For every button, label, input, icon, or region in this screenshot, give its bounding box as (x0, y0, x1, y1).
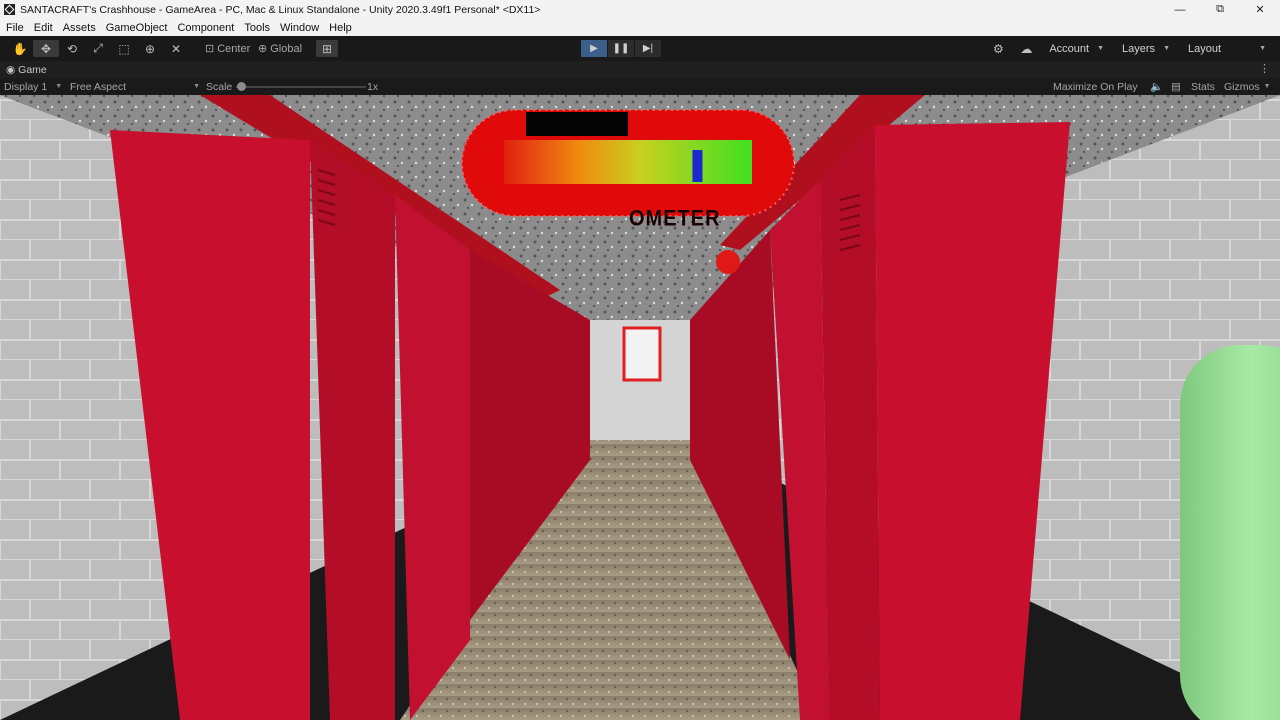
locker-left-3 (395, 195, 470, 720)
chevron-down-icon: ▼ (193, 83, 200, 90)
menu-assets[interactable]: Assets (58, 22, 101, 34)
game-tab-bar: ◉ Game ⋮ (0, 61, 1280, 78)
locker-right-1 (875, 122, 1070, 720)
scale-value: 1x (367, 80, 379, 93)
layers-label: Layers (1122, 42, 1156, 55)
space-label: Global (270, 42, 303, 55)
more-options-icon[interactable]: ⋮ (1259, 62, 1270, 75)
menu-bar: File Edit Assets GameObject Component To… (0, 19, 1280, 36)
meter-needle (692, 150, 703, 182)
stats-icon: ▤ (1171, 80, 1181, 93)
scale-slider-handle[interactable] (237, 82, 246, 91)
globe-icon: ⊕ (258, 43, 268, 55)
transform-tools: ✋ ✥ ⟲ ⤢ ⬚ ⊕ ✕ (7, 40, 189, 57)
aspect-dropdown[interactable]: Free Aspect ▼ (70, 78, 200, 95)
chevron-down-icon: ▼ (55, 83, 63, 90)
chevron-down-icon: ▼ (1097, 45, 1105, 52)
locker-left-2 (310, 140, 395, 720)
meter-label: OMETER (629, 206, 721, 232)
menu-tools[interactable]: Tools (239, 22, 275, 34)
maximize-on-play-toggle[interactable]: Maximize On Play (1053, 78, 1138, 95)
display-label: Display 1 (4, 80, 48, 93)
transform-tool-icon[interactable]: ⊕ (137, 40, 163, 57)
menu-gameobject[interactable]: GameObject (101, 22, 173, 34)
pivot-space-button[interactable]: ⊕ Global (258, 40, 302, 57)
hand-tool-icon[interactable]: ✋ (7, 40, 33, 57)
meter-bar (504, 140, 752, 184)
restore-button[interactable]: ⧉ (1200, 0, 1240, 19)
grid-snap-icon[interactable]: ⊞ (316, 40, 338, 57)
menu-window[interactable]: Window (275, 22, 324, 34)
display-dropdown[interactable]: Display 1 ▼ (4, 78, 62, 95)
chevron-down-icon: ▼ (1263, 83, 1271, 90)
step-button[interactable]: ▶| (635, 40, 661, 57)
meter-redacted-label (526, 112, 628, 136)
main-toolbar: ✋ ✥ ⟲ ⤢ ⬚ ⊕ ✕ ⊡ Center ⊕ Global ⊞ ▶ ❚❚ ▶… (0, 36, 1280, 61)
layers-dropdown[interactable]: Layers ▼ (1116, 40, 1176, 57)
pivot-icon: ⊡ (205, 43, 215, 55)
green-character (1180, 345, 1280, 720)
close-button[interactable]: ✕ (1240, 0, 1280, 19)
window-controls: — ⧉ ✕ (1160, 0, 1280, 19)
scale-tool-icon[interactable]: ⤢ (85, 40, 111, 57)
scale-slider-track[interactable] (236, 86, 366, 88)
tab-game-label: Game (18, 63, 47, 76)
settings-icon[interactable]: ⚙ (987, 40, 1009, 57)
aspect-label: Free Aspect (70, 80, 127, 93)
gizmos-dropdown[interactable]: Gizmos ▼ (1224, 78, 1271, 95)
title-bar: SANTACRAFT's Crashhouse - GameArea - PC,… (0, 0, 1280, 19)
account-dropdown[interactable]: Account ▼ (1043, 40, 1110, 57)
mute-audio-icon[interactable]: 🔈 (1150, 78, 1163, 95)
game-view-controls: Display 1 ▼ Free Aspect ▼ Scale 1x Maximiz… (0, 78, 1280, 95)
rect-tool-icon[interactable]: ⬚ (111, 40, 137, 57)
game-scene (0, 95, 1280, 720)
far-door (622, 326, 662, 382)
menu-edit[interactable]: Edit (29, 22, 58, 34)
stats-toggle[interactable]: Stats (1191, 78, 1215, 95)
rotate-tool-icon[interactable]: ⟲ (59, 40, 85, 57)
layout-dropdown[interactable]: Layout ▼ (1182, 40, 1272, 57)
scale-label: Scale (206, 80, 233, 93)
window-title: SANTACRAFT's Crashhouse - GameArea - PC,… (20, 3, 541, 16)
gizmos-label: Gizmos (1224, 80, 1260, 93)
account-label: Account (1049, 42, 1090, 55)
pivot-label: Center (217, 42, 251, 55)
play-button[interactable]: ▶ (581, 40, 607, 57)
unity-logo-icon (4, 4, 15, 15)
pivot-mode-button[interactable]: ⊡ Center (205, 40, 250, 57)
menu-file[interactable]: File (1, 22, 29, 34)
play-controls: ▶ ❚❚ ▶| (581, 40, 661, 57)
right-toolbar: ⚙ ☁ Account ▼ Layers ▼ Layout ▼ (987, 40, 1272, 57)
minimize-button[interactable]: — (1160, 0, 1200, 19)
gamepad-icon: ◉ (6, 63, 16, 76)
custom-tool-icon[interactable]: ✕ (163, 40, 189, 57)
pause-button[interactable]: ❚❚ (608, 40, 634, 57)
move-tool-icon[interactable]: ✥ (33, 40, 59, 57)
tab-game[interactable]: ◉ Game (0, 64, 47, 76)
layout-label: Layout (1188, 42, 1222, 55)
cloud-icon[interactable]: ☁ (1015, 40, 1037, 57)
menu-help[interactable]: Help (324, 22, 357, 34)
menu-component[interactable]: Component (172, 22, 239, 34)
chevron-down-icon: ▼ (1163, 45, 1170, 52)
game-viewport[interactable]: OMETER (0, 95, 1280, 720)
locker-right-2 (820, 125, 880, 720)
red-sprite (716, 250, 740, 274)
chevron-down-icon: ▼ (1259, 45, 1266, 52)
